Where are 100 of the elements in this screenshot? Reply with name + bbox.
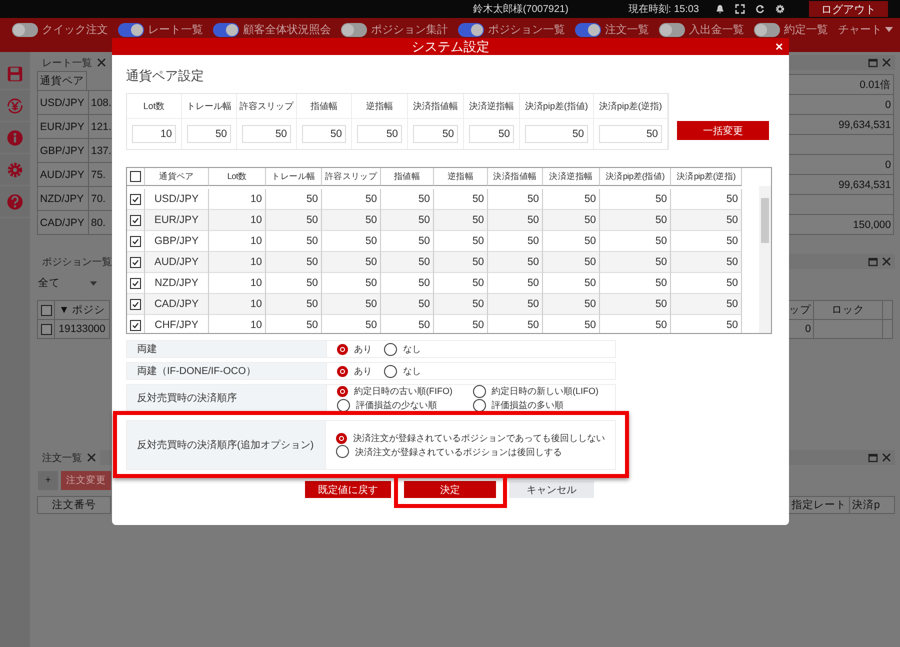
filter-dropdown[interactable]: 全て bbox=[38, 276, 60, 290]
input-field[interactable]: 50 bbox=[525, 125, 588, 143]
table-cell: CHF/JPY bbox=[145, 315, 209, 333]
column-header bbox=[882, 300, 893, 320]
toggle-switch[interactable] bbox=[458, 22, 484, 36]
logout-button[interactable]: ログアウト bbox=[809, 1, 888, 17]
toggle-switch[interactable] bbox=[575, 22, 601, 36]
column-header: 決済pip差(指値) bbox=[600, 168, 671, 186]
check-icon bbox=[132, 300, 139, 308]
table-cell: 50 bbox=[543, 252, 600, 273]
caret-icon bbox=[90, 280, 97, 286]
input-field[interactable]: 10 bbox=[132, 125, 176, 143]
table-cell: 50 bbox=[266, 210, 322, 231]
toggle-switch[interactable] bbox=[659, 22, 685, 36]
input-field[interactable]: 50 bbox=[357, 125, 402, 143]
table-cell: 50 bbox=[322, 210, 381, 231]
table-cell: 50 bbox=[488, 315, 543, 333]
table-cell: 50 bbox=[434, 315, 488, 333]
close-icon[interactable] bbox=[882, 453, 891, 462]
radio-button[interactable] bbox=[472, 384, 486, 398]
column-header: 決済pip差(逆指) bbox=[671, 168, 742, 186]
table-cell: AUD/JPY bbox=[145, 252, 209, 273]
table-cell: EUR/JPY bbox=[145, 210, 209, 231]
table-cell: 50 bbox=[381, 315, 434, 333]
refresh-icon[interactable] bbox=[755, 4, 765, 14]
input-field[interactable]: 50 bbox=[302, 125, 346, 143]
toolbar-label: 入出金一覧 bbox=[689, 23, 744, 37]
radio-button[interactable] bbox=[337, 398, 350, 412]
column-header: 指値幅 bbox=[297, 94, 352, 119]
table-cell: 50 bbox=[434, 252, 488, 273]
checkbox[interactable] bbox=[40, 324, 52, 334]
column-header: 通貨ペア bbox=[145, 168, 209, 186]
checkbox[interactable] bbox=[130, 171, 141, 182]
checkbox[interactable] bbox=[130, 298, 141, 310]
setting-label: 反対売買時の決済順序 bbox=[127, 385, 327, 411]
fullscreen-icon[interactable] bbox=[735, 4, 745, 14]
chart-menu[interactable]: チャート bbox=[838, 22, 882, 37]
close-icon[interactable] bbox=[97, 58, 106, 67]
toggle-switch[interactable] bbox=[12, 22, 38, 36]
toggle-switch[interactable] bbox=[341, 22, 367, 36]
option-label: あり bbox=[354, 365, 372, 377]
maximize-icon[interactable] bbox=[868, 452, 878, 462]
input-field[interactable]: 50 bbox=[242, 125, 291, 143]
option-label: 決済注文が登録されているポジションであっても後回ししない bbox=[353, 432, 605, 444]
input-field[interactable]: 50 bbox=[469, 125, 514, 143]
toggle-switch[interactable] bbox=[754, 22, 780, 36]
add-button[interactable]: + bbox=[38, 471, 58, 490]
cancel-button[interactable]: キャンセル bbox=[509, 481, 594, 498]
toolbar-label: レート一覧 bbox=[148, 23, 203, 37]
checkbox[interactable] bbox=[130, 256, 141, 268]
checkbox[interactable] bbox=[40, 304, 52, 316]
radio-button[interactable] bbox=[384, 364, 397, 378]
radio-button[interactable] bbox=[337, 386, 348, 396]
radio-button[interactable] bbox=[337, 344, 348, 354]
checkbox[interactable] bbox=[130, 278, 141, 288]
close-icon[interactable] bbox=[87, 453, 96, 462]
table-cell: 50 bbox=[381, 210, 434, 231]
table-cell: 50 bbox=[488, 294, 543, 315]
option-label: 約定日時の新しい順(LIFO) bbox=[492, 385, 598, 397]
current-time: 現在時刻: 15:03 bbox=[628, 2, 699, 16]
bell-icon[interactable] bbox=[715, 4, 725, 14]
reset-button[interactable]: 既定値に戻す bbox=[305, 481, 391, 498]
maximize-icon[interactable] bbox=[868, 256, 878, 266]
option-label: あり bbox=[354, 343, 372, 355]
option-label: 評価損益の少ない順 bbox=[356, 399, 437, 411]
confirm-button[interactable]: 決定 bbox=[404, 481, 496, 498]
maximize-icon[interactable] bbox=[868, 58, 878, 68]
radio-button[interactable] bbox=[472, 398, 486, 412]
close-button[interactable]: × bbox=[775, 39, 783, 54]
checkbox[interactable] bbox=[130, 194, 141, 204]
close-icon[interactable] bbox=[882, 58, 891, 67]
batch-change-button[interactable]: 一括変更 bbox=[677, 121, 769, 140]
column-header: トレール幅 bbox=[266, 168, 322, 186]
radio-button[interactable] bbox=[384, 342, 397, 356]
input-field[interactable]: 50 bbox=[599, 125, 662, 143]
table-cell: 99,634,531 bbox=[788, 114, 894, 135]
toolbar-label: ポジション一覧 bbox=[488, 23, 565, 37]
toggle-switch[interactable] bbox=[213, 22, 239, 36]
radio-button[interactable] bbox=[336, 445, 349, 458]
user-name: 鈴木太郎様(7007921) bbox=[472, 2, 568, 16]
option-label: 評価損益の多い順 bbox=[492, 399, 564, 411]
table-cell: 50 bbox=[488, 210, 543, 231]
check-icon bbox=[132, 216, 139, 224]
checkbox[interactable] bbox=[130, 320, 141, 330]
close-icon[interactable] bbox=[882, 257, 891, 266]
checkbox[interactable] bbox=[130, 214, 141, 226]
table-cell: 10 bbox=[209, 210, 266, 231]
radio-button[interactable] bbox=[337, 366, 348, 376]
table-cell: 50 bbox=[266, 252, 322, 273]
option-label: なし bbox=[403, 343, 421, 355]
table-cell: USD/JPY bbox=[37, 90, 89, 115]
checkbox[interactable] bbox=[130, 236, 141, 246]
table-cell: EUR/JPY bbox=[37, 114, 89, 139]
toolbar-label: 注文一覧 bbox=[605, 22, 649, 37]
input-field[interactable]: 50 bbox=[413, 125, 458, 143]
column-header: 指値幅 bbox=[381, 168, 434, 186]
section-title: 通貨ペア設定 bbox=[126, 67, 205, 85]
radio-button[interactable] bbox=[336, 432, 347, 444]
toggle-switch[interactable] bbox=[118, 22, 144, 36]
input-field[interactable]: 50 bbox=[187, 125, 231, 143]
